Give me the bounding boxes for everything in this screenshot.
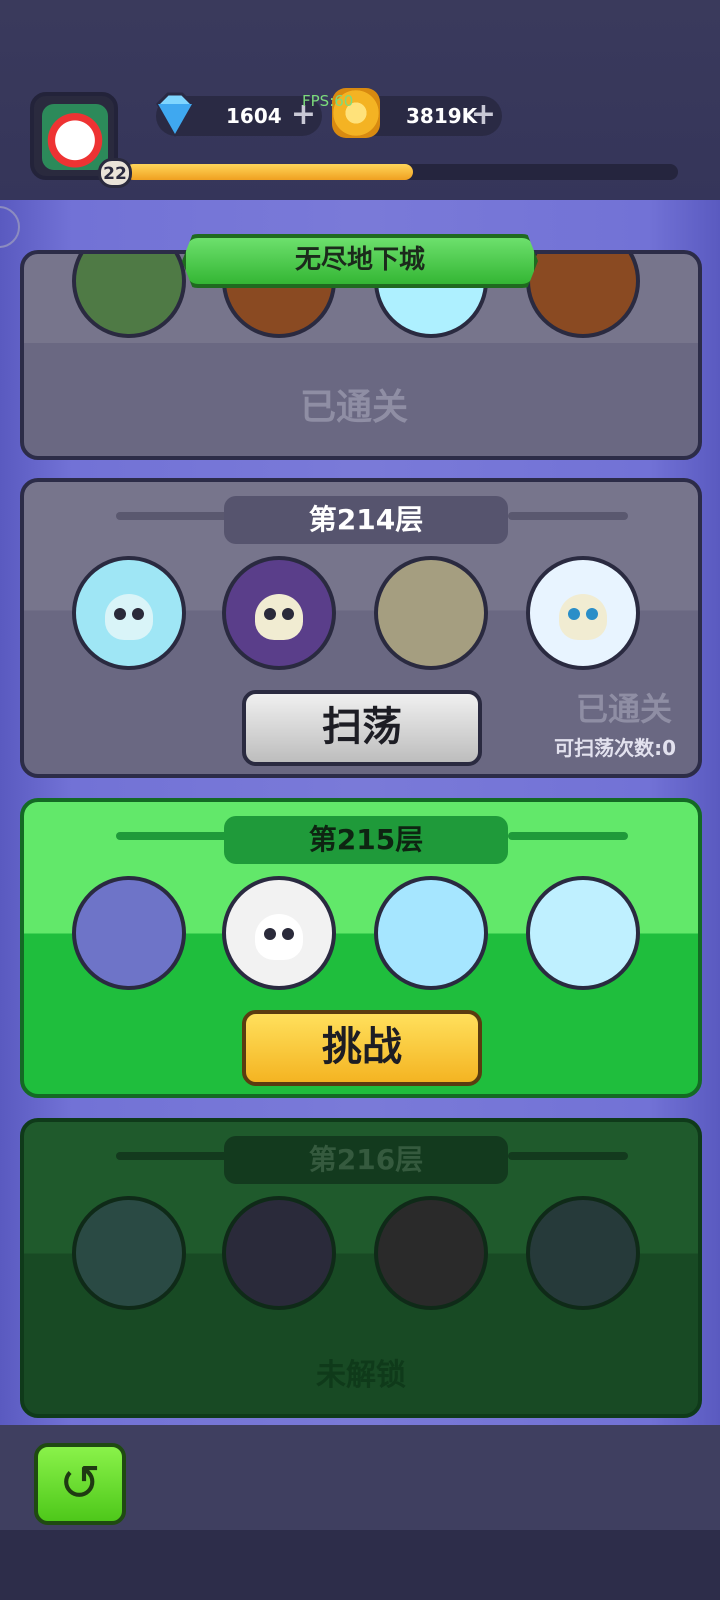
reaper-skull-icon <box>222 1196 336 1310</box>
floor-panel-216: 第216层 未解锁 <box>20 1118 702 1418</box>
top-bar: 22 1604 + 3819K + FPS:60 <box>0 0 720 200</box>
pumpkin-icon <box>526 254 640 338</box>
coin-counter: 3819K + <box>332 88 502 138</box>
player-level: 22 <box>98 158 132 188</box>
floor-label: 第214层 <box>224 496 508 544</box>
banner-wing-left <box>116 832 236 840</box>
floor-status: 已通关 <box>300 387 409 428</box>
ghost-icon <box>222 876 336 990</box>
back-button[interactable]: ↺ <box>34 1443 126 1525</box>
add-coins-button[interactable]: + <box>471 100 496 130</box>
xp-bar <box>125 164 678 180</box>
gem-icon <box>156 92 194 138</box>
page-title: 无尽地下城 <box>182 234 538 288</box>
gem-counter: 1604 + <box>156 92 322 138</box>
sweep-count: 可扫荡次数:0 <box>554 736 676 760</box>
floor-panel-214: 第214层 扫荡 已通关 可扫荡次数:0 <box>20 478 702 778</box>
banner-wing-right <box>508 1152 628 1160</box>
coin-count: 3819K <box>406 104 478 128</box>
snow-skull-icon <box>526 556 640 670</box>
sweep-button[interactable]: 扫荡 <box>242 690 482 766</box>
floor-label: 第215层 <box>224 816 508 864</box>
floor-status: 已通关 <box>576 690 673 728</box>
skull-icon <box>374 1196 488 1310</box>
banner-wing-left <box>116 1152 236 1160</box>
challenge-button[interactable]: 挑战 <box>242 1010 482 1086</box>
floor-status: 未解锁 <box>316 1358 406 1393</box>
stone-golem-icon <box>374 556 488 670</box>
ice-skeleton-icon <box>72 556 186 670</box>
ice-skeleton-icon <box>72 1196 186 1310</box>
back-arrow-icon: ↺ <box>59 1454 101 1512</box>
avatar-icon <box>42 104 108 170</box>
snow-yeti-icon <box>526 876 640 990</box>
ice-golem-icon <box>374 876 488 990</box>
banner-wing-right <box>508 832 628 840</box>
reaper-skull-icon <box>222 556 336 670</box>
banner-wing-left <box>116 512 236 520</box>
fps-overlay: FPS:60 <box>302 92 354 110</box>
floor-label: 第216层 <box>224 1136 508 1184</box>
goblin-icon <box>72 254 186 338</box>
xp-fill <box>125 164 413 180</box>
floor-panel-215: 第215层 挑战 <box>20 798 702 1098</box>
dark-bucket-icon <box>526 1196 640 1310</box>
gem-count: 1604 <box>226 104 282 128</box>
ice-fly-icon <box>72 876 186 990</box>
banner-wing-right <box>508 512 628 520</box>
